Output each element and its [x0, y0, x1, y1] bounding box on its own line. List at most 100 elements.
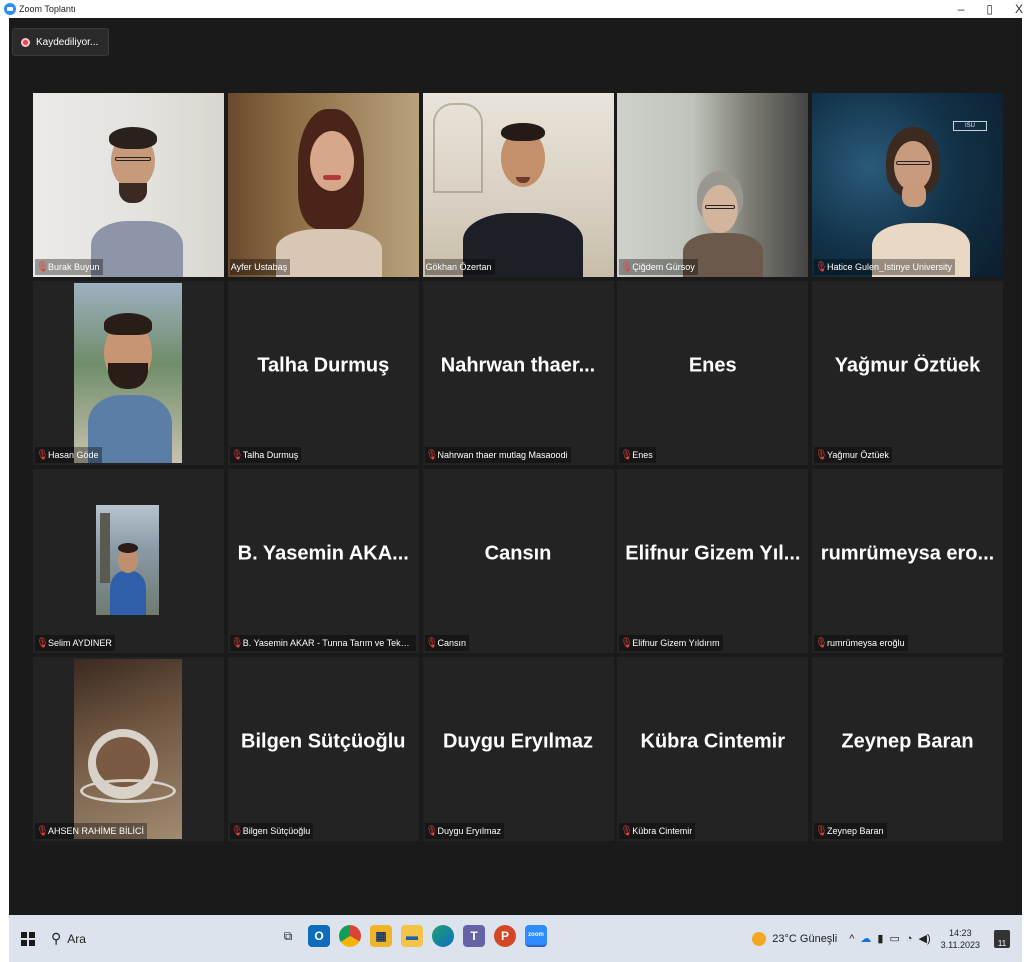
- participant-name-label: 🎙 Nahrwan thaer mutlag Masaoodi: [424, 447, 571, 463]
- participant-name-label: 🎙 Enes: [619, 447, 656, 463]
- title-bar: Zoom Toplantı – ▯ X: [0, 0, 1031, 18]
- participant-name-label: 🎙 Bilgen Sütçüoğlu: [229, 823, 314, 839]
- muted-mic-icon: 🎙: [815, 637, 828, 649]
- participant-display-name: B. Yasemin AKA...: [237, 542, 409, 565]
- participant-tile[interactable]: Elifnur Gizem Yıl... 🎙 Elifnur Gizem Yıl…: [617, 469, 809, 653]
- notification-icon[interactable]: 11: [994, 929, 1010, 948]
- participant-tile[interactable]: ISU 🎙 Hatice Gulen_Istinye University: [812, 93, 1003, 277]
- participant-tile[interactable]: Duygu Eryılmaz 🎙 Duygu Eryılmaz: [422, 657, 614, 841]
- muted-mic-icon: 🎙: [230, 825, 244, 837]
- muted-mic-icon: 🎙: [36, 825, 49, 837]
- clock[interactable]: 14:23 3.11.2023: [941, 927, 980, 951]
- window-controls: – ▯ X: [958, 0, 1023, 18]
- participant-display-name: Zeynep Baran: [841, 730, 974, 753]
- participant-display-name: Elifnur Gizem Yıl...: [625, 542, 801, 565]
- muted-mic-icon: 🎙: [815, 825, 828, 837]
- zoom-taskbar-icon[interactable]: zoom: [525, 925, 547, 947]
- cloud-icon[interactable]: ☁: [860, 932, 871, 945]
- muted-mic-icon: 🎙: [425, 449, 439, 461]
- muted-mic-icon: 🎙: [815, 449, 828, 461]
- participant-name-label: 🎙 Selim AYDINER: [35, 635, 115, 651]
- store-icon[interactable]: ▦: [370, 925, 392, 947]
- participant-name-label: Gökhan Özertan: [424, 259, 495, 275]
- outlook-icon[interactable]: O: [308, 925, 330, 947]
- powerpoint-icon[interactable]: P: [494, 925, 516, 947]
- participant-name-label: 🎙 Kübra Cintemir: [619, 823, 696, 839]
- participant-video: [227, 93, 419, 277]
- participant-tile[interactable]: Kübra Cintemir 🎙 Kübra Cintemir: [617, 657, 809, 841]
- restore-button[interactable]: ▯: [986, 2, 993, 16]
- muted-mic-icon: 🎙: [36, 261, 49, 273]
- participant-video: ISU: [812, 93, 1003, 277]
- participant-tile[interactable]: Cansın 🎙 Cansın: [422, 469, 614, 653]
- participant-tile-active-speaker[interactable]: Gökhan Özertan: [422, 93, 614, 277]
- participant-name-label: 🎙 B. Yasemin AKAR - Tunna Tarım ve Tekno…: [229, 635, 416, 651]
- teams-icon[interactable]: T: [463, 925, 485, 947]
- taskbar-search[interactable]: ⚲ Ara: [51, 924, 265, 954]
- participant-video: [33, 93, 224, 277]
- wifi-icon[interactable]: ◔: [906, 933, 913, 945]
- taskbar-pinned-apps: ⧉ O ▦ ▬ T P zoom: [277, 925, 547, 947]
- muted-mic-icon: 🎙: [425, 825, 439, 837]
- participant-profile-photo: [74, 283, 182, 463]
- participant-name-label: 🎙 Hasan Göde: [35, 447, 102, 463]
- minimize-button[interactable]: –: [958, 2, 965, 16]
- participant-name-label: 🎙 Duygu Eryılmaz: [424, 823, 505, 839]
- recording-icon: [21, 37, 30, 47]
- participant-tile[interactable]: 🎙 Hasan Göde: [33, 281, 224, 465]
- muted-mic-icon: 🎙: [36, 637, 49, 649]
- recording-label: Kaydediliyor...: [36, 36, 99, 48]
- battery-icon[interactable]: ▭: [889, 932, 899, 945]
- participant-display-name: Talha Durmuş: [257, 354, 390, 377]
- close-button[interactable]: X: [1015, 2, 1023, 16]
- participant-tile[interactable]: 🎙 AHSEN RAHİME BİLİCİ: [33, 657, 224, 841]
- participant-tile[interactable]: Yağmur Öztüek 🎙 Yağmur Öztüek: [812, 281, 1003, 465]
- windows-start-icon[interactable]: [21, 931, 35, 946]
- participant-tile[interactable]: Ayfer Ustabaş: [227, 93, 419, 277]
- search-icon: ⚲: [51, 930, 62, 946]
- participant-display-name: Yağmur Öztüek: [834, 354, 981, 377]
- participant-tile[interactable]: 🎙 Selim AYDINER: [33, 469, 224, 653]
- file-explorer-icon[interactable]: ▬: [401, 925, 423, 947]
- participant-name-label: 🎙 Cansın: [424, 635, 470, 651]
- gallery-grid: 🎙 Burak Buyun Ayfer Ustabaş Gökhan Özert…: [33, 93, 1003, 841]
- muted-mic-icon: 🎙: [620, 261, 633, 273]
- chrome-icon[interactable]: [339, 925, 361, 947]
- participant-name-label: 🎙 Burak Buyun: [35, 259, 103, 275]
- participant-tile[interactable]: Nahrwan thaer... 🎙 Nahrwan thaer mutlag …: [422, 281, 614, 465]
- participant-tile[interactable]: rumrümeysa ero... 🎙 rumrümeysa eroğlu: [812, 469, 1003, 653]
- windows-taskbar: ⚲ Ara ⧉ O ▦ ▬ T P zoom 23°C Güneşli ^ ☁ …: [9, 915, 1022, 962]
- participant-display-name: Duygu Eryılmaz: [442, 730, 594, 753]
- participant-tile[interactable]: Zeynep Baran 🎙 Zeynep Baran: [812, 657, 1003, 841]
- participant-tile[interactable]: B. Yasemin AKA... 🎙 B. Yasemin AKAR - Tu…: [227, 469, 419, 653]
- task-view-icon[interactable]: ⧉: [277, 925, 299, 947]
- participant-name-label: 🎙 Talha Durmuş: [229, 447, 302, 463]
- participant-tile[interactable]: 🎙 Çiğdem Gürsoy: [617, 93, 809, 277]
- participant-display-name: Cansın: [484, 542, 552, 565]
- muted-mic-icon: 🎙: [230, 449, 244, 461]
- usb-icon[interactable]: ▮: [877, 932, 883, 945]
- participant-tile[interactable]: Bilgen Sütçüoğlu 🎙 Bilgen Sütçüoğlu: [227, 657, 419, 841]
- participant-profile-photo: [74, 659, 182, 839]
- participant-tile[interactable]: Talha Durmuş 🎙 Talha Durmuş: [227, 281, 419, 465]
- participant-name-label: 🎙 rumrümeysa eroğlu: [814, 635, 908, 651]
- weather-icon[interactable]: [752, 931, 767, 946]
- clock-date: 3.11.2023: [940, 939, 980, 950]
- participant-name-label: 🎙 AHSEN RAHİME BİLİCİ: [35, 823, 148, 839]
- edge-icon[interactable]: [432, 925, 454, 947]
- muted-mic-icon: 🎙: [230, 637, 244, 649]
- participant-name-label: 🎙 Hatice Gulen_Istinye University: [814, 259, 956, 275]
- istinye-logo: ISU: [953, 121, 987, 131]
- participant-display-name: Enes: [688, 354, 737, 377]
- system-tray: 23°C Güneşli ^ ☁ ▮ ▭ ◔ ◀) 14:23 3.11.202…: [752, 915, 1010, 962]
- weather-text[interactable]: 23°C Güneşli: [772, 933, 837, 945]
- participant-profile-photo: [96, 505, 159, 615]
- participant-tile[interactable]: Enes 🎙 Enes: [617, 281, 809, 465]
- participant-tile[interactable]: 🎙 Burak Buyun: [33, 93, 224, 277]
- participant-display-name: rumrümeysa ero...: [820, 542, 995, 565]
- recording-indicator[interactable]: Kaydediliyor...: [12, 28, 110, 56]
- volume-icon[interactable]: ◀): [919, 932, 931, 945]
- zoom-app-icon: [4, 3, 16, 15]
- muted-mic-icon: 🎙: [425, 637, 439, 649]
- chevron-up-icon[interactable]: ^: [849, 933, 854, 945]
